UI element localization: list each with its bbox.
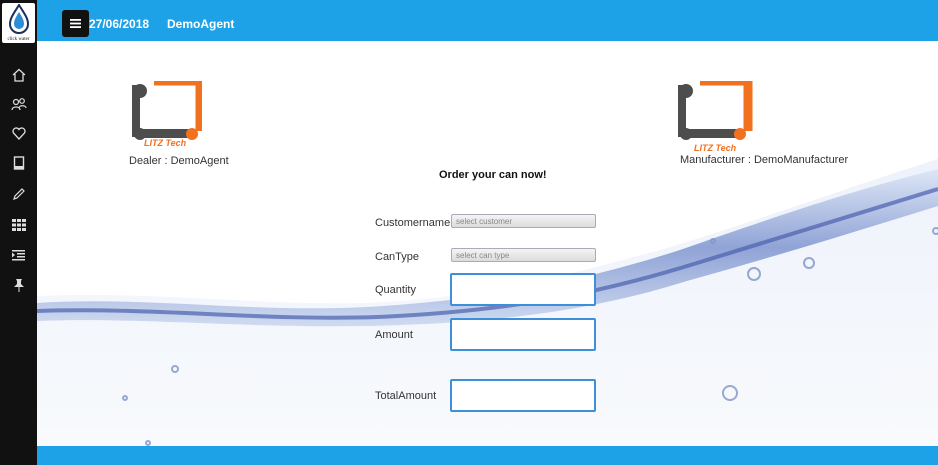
dealer-logo: LITZ Tech bbox=[132, 76, 205, 152]
cantype-label: CanType bbox=[375, 251, 420, 263]
manufacturer-logo-text: LITZ Tech bbox=[694, 143, 737, 153]
amount-input[interactable] bbox=[450, 318, 596, 351]
cantype-select[interactable]: select can type bbox=[451, 248, 596, 262]
grid-icon[interactable] bbox=[9, 217, 28, 233]
brand-logo[interactable]: click water bbox=[2, 3, 35, 43]
users-icon[interactable] bbox=[9, 96, 28, 112]
quantity-input[interactable] bbox=[450, 273, 596, 306]
list-icon[interactable] bbox=[9, 247, 28, 263]
dealer-logo-text: LITZ Tech bbox=[144, 138, 187, 148]
total-amount-input[interactable] bbox=[450, 379, 596, 412]
brand-name: click water bbox=[7, 37, 30, 42]
customer-select[interactable]: select customer bbox=[451, 214, 596, 228]
manufacturer-caption: Manufacturer : DemoManufacturer bbox=[680, 154, 849, 166]
menu-toggle-button[interactable] bbox=[62, 10, 89, 37]
home-icon[interactable] bbox=[9, 67, 28, 83]
book-icon[interactable] bbox=[9, 155, 28, 171]
pin-icon[interactable] bbox=[9, 277, 28, 293]
water-drop-icon bbox=[8, 4, 30, 34]
manufacturer-logo: LITZ Tech bbox=[678, 76, 753, 153]
dealer-caption: Dealer : DemoAgent bbox=[129, 155, 229, 167]
header-user: DemoAgent bbox=[167, 17, 235, 31]
hamburger-icon bbox=[70, 19, 81, 28]
pencil-icon[interactable] bbox=[9, 186, 28, 202]
sidebar: click water bbox=[0, 0, 37, 465]
customer-label: Customername bbox=[375, 217, 451, 229]
order-title: Order your can now! bbox=[439, 169, 547, 181]
top-bar: 27/06/2018 DemoAgent bbox=[37, 0, 938, 41]
header-date: 27/06/2018 bbox=[89, 17, 150, 31]
total-amount-label: TotalAmount bbox=[375, 390, 437, 402]
main-content: LITZ Tech Dealer : DemoAgent LITZ Tech M… bbox=[37, 41, 938, 446]
heart-icon[interactable] bbox=[9, 125, 28, 141]
amount-label: Amount bbox=[375, 329, 413, 341]
quantity-label: Quantity bbox=[375, 284, 416, 296]
bottom-bar bbox=[37, 446, 938, 465]
